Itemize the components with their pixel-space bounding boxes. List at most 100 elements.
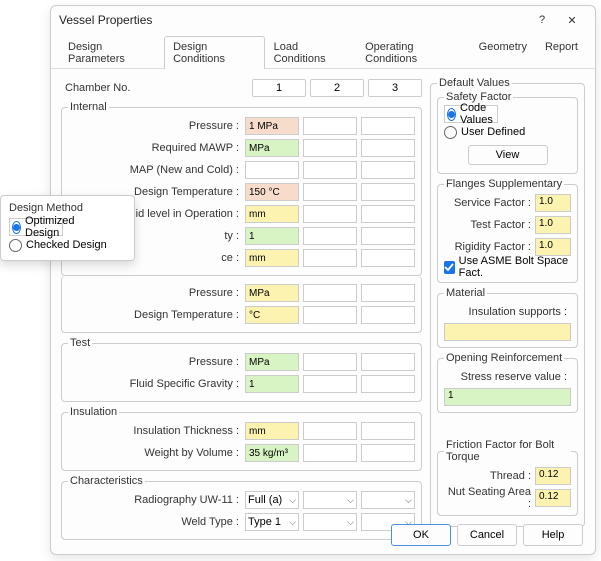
flanges-group: Flanges Supplementary Service Factor :1.…	[437, 178, 578, 283]
characteristics-group: Characteristics Radiography UW-11 : Full…	[61, 475, 422, 540]
checked-design-label: Checked Design	[26, 239, 107, 251]
tab-geometry[interactable]: Geometry	[470, 36, 536, 69]
test-factor-label: Test Factor :	[444, 219, 535, 231]
chamber-header-3[interactable]: 3	[368, 79, 422, 97]
material-group: Material Insulation supports :	[437, 287, 578, 348]
liquid-input-2[interactable]	[303, 205, 357, 223]
wbv-input-2[interactable]	[303, 444, 357, 462]
wbv-label: Weight by Volume :	[68, 447, 245, 459]
dialog-title: Vessel Properties	[59, 13, 527, 27]
wbv-input-1[interactable]: 35 kg/m³	[245, 444, 299, 462]
dtemp2-input-1[interactable]: °C	[245, 306, 299, 324]
tpressure-input-3[interactable]	[361, 353, 415, 371]
view-button[interactable]: View	[468, 145, 548, 165]
gravity-input-2[interactable]	[303, 227, 357, 245]
thread-input[interactable]: 0.12	[535, 467, 571, 485]
pressure-input-1[interactable]: 1 MPa	[245, 117, 299, 135]
cancel-button[interactable]: Cancel	[457, 524, 517, 546]
ithick-input-2[interactable]	[303, 422, 357, 440]
opening-legend: Opening Reinforcement	[444, 352, 564, 364]
weld-label: Weld Type :	[68, 516, 245, 528]
map-input-2[interactable]	[303, 161, 357, 179]
map-input-3[interactable]	[361, 161, 415, 179]
fsg-input-1[interactable]: 1	[245, 375, 299, 393]
asme-checkbox[interactable]: Use ASME Bolt Space Fact.	[444, 258, 571, 276]
test-factor-input[interactable]: 1.0	[535, 216, 571, 234]
pressure-input-3[interactable]	[361, 117, 415, 135]
safety-factor-group: Safety Factor Code Values User Defined V…	[437, 91, 578, 174]
tab-design-conditions[interactable]: Design Conditions	[164, 36, 265, 69]
flanges-legend: Flanges Supplementary	[444, 178, 564, 190]
ce-input-2[interactable]	[303, 249, 357, 267]
default-values-legend: Default Values	[437, 77, 512, 89]
tab-report[interactable]: Report	[536, 36, 587, 69]
ok-button[interactable]: OK	[391, 524, 451, 546]
stress-input[interactable]: 1	[444, 388, 571, 406]
close-button[interactable]: ✕	[557, 9, 587, 31]
dtemp-input-2[interactable]	[303, 183, 357, 201]
mawp-label: Required MAWP :	[68, 142, 245, 154]
weld-select-2[interactable]: ⌵	[303, 513, 357, 531]
tab-strip: Design Parameters Design Conditions Load…	[51, 36, 595, 69]
checked-design-radio[interactable]: Checked Design	[9, 236, 126, 254]
nut-input[interactable]: 0.12	[535, 489, 571, 507]
mawp-input-2[interactable]	[303, 139, 357, 157]
radiography-select-1[interactable]: Full (a)⌵	[245, 491, 299, 509]
tpressure-input-2[interactable]	[303, 353, 357, 371]
ce-input-1[interactable]: mm	[245, 249, 299, 267]
friction-group: Friction Factor for Bolt Torque Thread :…	[437, 439, 578, 516]
rigidity-factor-input[interactable]: 1.0	[535, 238, 571, 256]
chevron-down-icon: ⌵	[289, 517, 296, 528]
radiography-select-2[interactable]: ⌵	[303, 491, 357, 509]
radiography-select-3[interactable]: ⌵	[361, 491, 415, 509]
nut-label: Nut Seating Area :	[444, 486, 535, 510]
liquid-input-3[interactable]	[361, 205, 415, 223]
pressure2-label: Pressure :	[68, 287, 245, 299]
service-factor-input[interactable]: 1.0	[535, 194, 571, 212]
optimized-design-radio[interactable]: Optimized Design	[9, 218, 63, 236]
dtemp-input-1[interactable]: 150 °C	[245, 183, 299, 201]
wbv-input-3[interactable]	[361, 444, 415, 462]
tpressure-input-1[interactable]: MPa	[245, 353, 299, 371]
chevron-down-icon: ⌵	[347, 495, 354, 506]
code-values-radio[interactable]: Code Values	[444, 105, 498, 123]
help-button[interactable]: ?	[527, 9, 557, 31]
pressure2-input-1[interactable]: MPa	[245, 284, 299, 302]
tab-load-conditions[interactable]: Load Conditions	[265, 36, 357, 69]
secondary-group: Pressure :MPa Design Temperature :°C	[61, 276, 422, 333]
characteristics-legend: Characteristics	[68, 475, 145, 487]
radio-dot-icon	[444, 126, 457, 139]
dtemp2-input-3[interactable]	[361, 306, 415, 324]
dtemp2-input-2[interactable]	[303, 306, 357, 324]
weld-select-1[interactable]: Type 1 ⌵	[245, 513, 299, 531]
gravity-input-3[interactable]	[361, 227, 415, 245]
tab-operating-conditions[interactable]: Operating Conditions	[356, 36, 470, 69]
material-legend: Material	[444, 287, 487, 299]
tab-design-parameters[interactable]: Design Parameters	[59, 36, 164, 69]
ithick-input-1[interactable]: mm	[245, 422, 299, 440]
chamber-header-1[interactable]: 1	[252, 79, 306, 97]
help-footer-button[interactable]: Help	[523, 524, 583, 546]
fsg-input-3[interactable]	[361, 375, 415, 393]
chevron-down-icon: ⌵	[405, 495, 412, 506]
design-method-popup: Design Method Optimized Design Checked D…	[0, 195, 135, 261]
insulation-supports-input[interactable]	[444, 323, 571, 341]
dtemp2-label: Design Temperature :	[68, 309, 245, 321]
fsg-input-2[interactable]	[303, 375, 357, 393]
weld-select-value: Type 1	[248, 516, 281, 528]
mawp-input-3[interactable]	[361, 139, 415, 157]
pressure2-input-3[interactable]	[361, 284, 415, 302]
pressure2-input-2[interactable]	[303, 284, 357, 302]
dtemp-input-3[interactable]	[361, 183, 415, 201]
gravity-input-1[interactable]: 1	[245, 227, 299, 245]
liquid-input-1[interactable]: mm	[245, 205, 299, 223]
pressure-input-2[interactable]	[303, 117, 357, 135]
chamber-no-label: Chamber No.	[61, 82, 252, 94]
ithick-input-3[interactable]	[361, 422, 415, 440]
ce-input-3[interactable]	[361, 249, 415, 267]
titlebar: Vessel Properties ? ✕	[51, 6, 595, 34]
mawp-input-1[interactable]: MPa	[245, 139, 299, 157]
map-input-1[interactable]	[245, 161, 299, 179]
user-defined-radio[interactable]: User Defined	[444, 123, 571, 141]
chamber-header-2[interactable]: 2	[310, 79, 364, 97]
